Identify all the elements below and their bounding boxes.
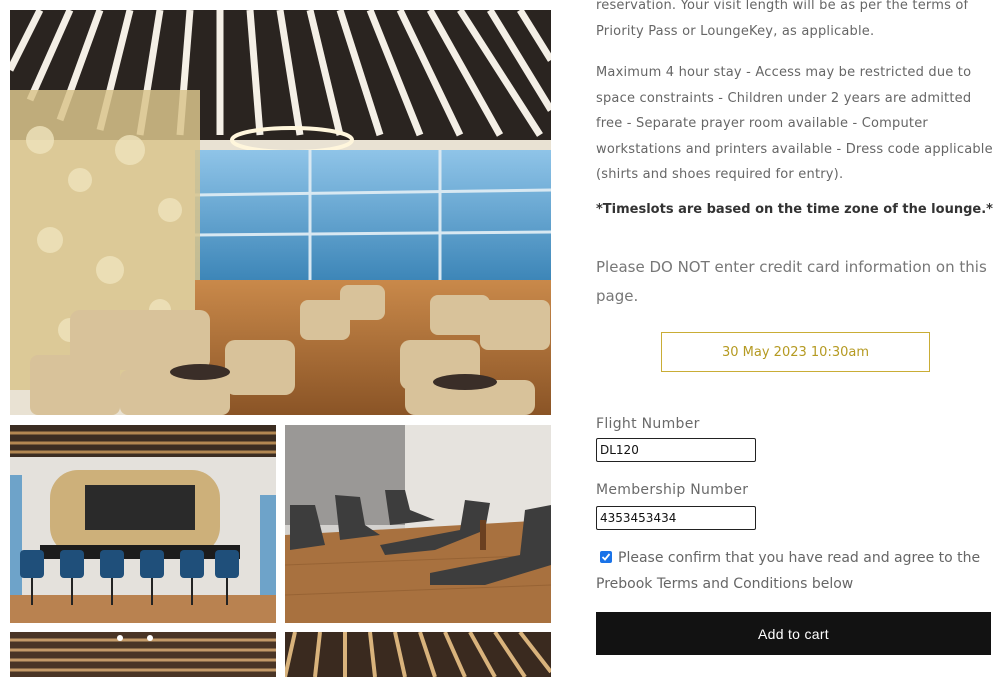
lounge-recliners-photo[interactable] <box>285 425 551 623</box>
membership-number-input[interactable] <box>596 506 756 530</box>
lounge-main-photo[interactable] <box>10 10 551 415</box>
add-to-cart-button[interactable]: Add to cart <box>596 612 991 655</box>
selected-timeslot-label: 30 May 2023 10:30am <box>722 344 869 360</box>
lounge-ceiling-photo-2[interactable] <box>285 632 551 677</box>
terms-confirm-text: Please confirm that you have read and ag… <box>596 550 981 592</box>
flight-number-input[interactable] <box>596 438 756 462</box>
timeslot-note: *Timeslots are based on the time zone of… <box>596 202 993 217</box>
checkmark-icon <box>601 553 611 561</box>
flight-number-label: Flight Number <box>596 416 700 432</box>
credit-card-warning: Please DO NOT enter credit card informat… <box>596 258 987 305</box>
visit-length-text: reservation. Your visit length will be a… <box>596 0 969 39</box>
selected-timeslot[interactable]: 30 May 2023 10:30am <box>661 332 930 372</box>
lounge-ceiling-photo[interactable] <box>10 632 276 677</box>
terms-confirm-row: Please confirm that you have read and ag… <box>596 545 996 597</box>
membership-number-label: Membership Number <box>596 482 749 498</box>
lounge-rules-text: Maximum 4 hour stay - Access may be rest… <box>596 65 993 182</box>
lounge-bar-photo[interactable] <box>10 425 276 623</box>
terms-checkbox[interactable] <box>600 551 612 563</box>
